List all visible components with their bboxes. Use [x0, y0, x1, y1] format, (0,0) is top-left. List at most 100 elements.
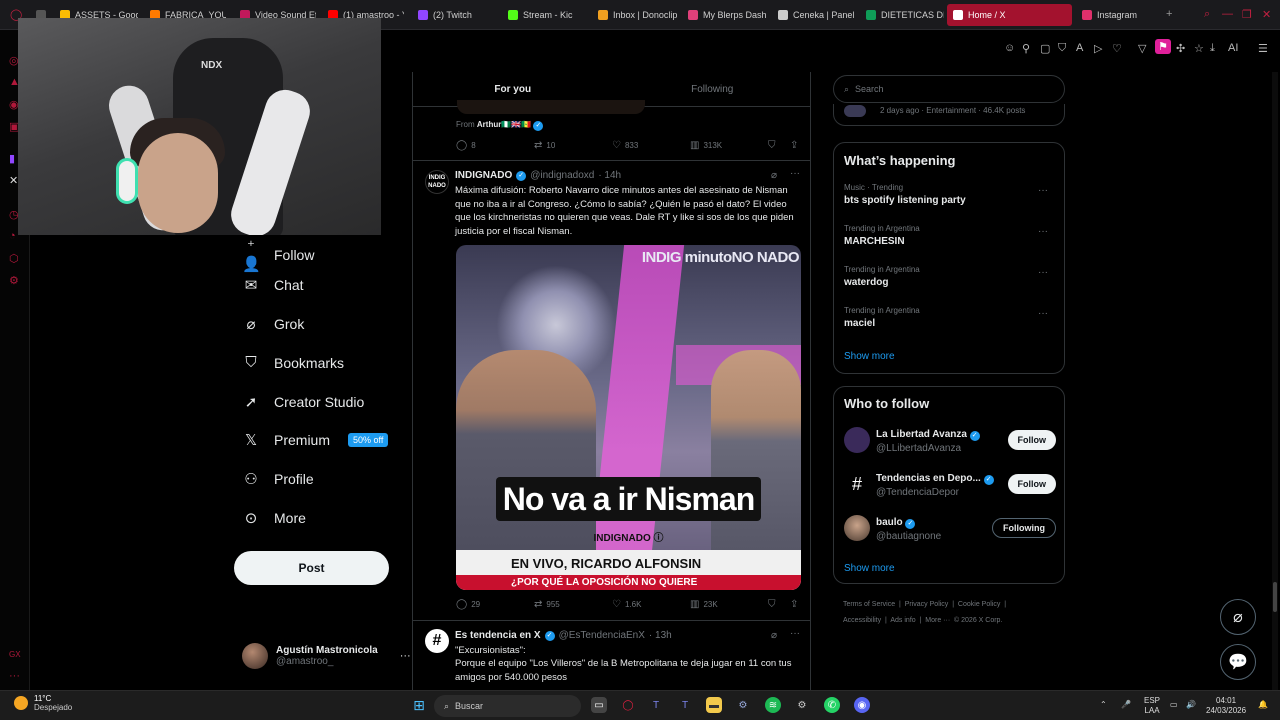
extensions-rail-icon[interactable]: ⬡ — [9, 252, 19, 265]
microphone-icon[interactable]: 🎤 — [1121, 700, 1131, 710]
show-more-link[interactable]: Show more — [844, 351, 895, 362]
file-explorer-icon[interactable]: ▬ — [706, 697, 722, 713]
tab-ceneka[interactable]: Ceneka | Panel — [772, 4, 856, 26]
download-icon[interactable]: ⤓ — [1210, 42, 1215, 55]
close-icon[interactable]: ✕ — [1262, 8, 1271, 21]
weather-widget[interactable]: 11°C Despejado — [14, 694, 72, 712]
scrollbar-thumb[interactable] — [1273, 582, 1277, 612]
footer-link[interactable]: Terms of Service — [843, 601, 895, 608]
account-more-icon[interactable]: ··· — [400, 650, 411, 662]
tweet-more-icon[interactable]: ··· — [790, 168, 800, 179]
trend-more-icon[interactable]: ··· — [1038, 308, 1048, 319]
x-rail-icon[interactable]: ✕ — [9, 174, 18, 187]
trend-more-icon[interactable]: ··· — [1038, 185, 1048, 196]
volume-icon[interactable]: 🔊 — [1186, 700, 1196, 710]
follow-suggestion[interactable]: La Libertad Avanza ✓ @LLibertadAvanza Fo… — [844, 427, 1056, 459]
tab-instagram[interactable]: Instagram — [1076, 4, 1158, 26]
trend-more-icon[interactable]: ··· — [1038, 226, 1048, 237]
account-switcher[interactable]: Agustín Mastronicola @amastroo_ ··· — [242, 643, 411, 669]
tab-donoclip[interactable]: Inbox | Donoclip — [592, 4, 678, 26]
trend-item[interactable]: Trending in Argentina MARCHESIN ··· — [844, 224, 1056, 247]
network-icon[interactable]: ▭ — [1170, 700, 1178, 710]
menu-icon[interactable]: ☰ — [1258, 42, 1268, 55]
repost-button[interactable]: ⇄ 955 — [534, 599, 560, 610]
grok-fab-button[interactable]: ⌀ — [1220, 599, 1256, 635]
app-icon[interactable]: ⚙ — [794, 697, 810, 713]
nav-more[interactable]: ⊙ More — [242, 509, 306, 527]
views-button[interactable]: ▥ 23K — [690, 599, 718, 610]
puzzle-icon[interactable]: ✣ — [1176, 42, 1185, 55]
history-icon[interactable]: ◔ — [9, 230, 16, 242]
like-button[interactable]: ♡ 833 — [612, 140, 638, 151]
bookmark-button[interactable]: ⛉ — [768, 140, 776, 151]
tab-dieteticas[interactable]: DIETETICAS DI — [860, 4, 944, 26]
tab-home-x[interactable]: Home / X — [947, 4, 1072, 26]
follow-suggestion[interactable]: baulo ✓ @bautiagnone Following — [844, 515, 1056, 547]
tweet-more-icon[interactable]: ··· — [790, 628, 800, 639]
views-button[interactable]: ▥ 313K — [690, 140, 722, 151]
follow-button[interactable]: Follow — [1007, 430, 1056, 450]
emoji-icon[interactable]: ☺ — [1004, 42, 1015, 54]
nav-chat[interactable]: ✉ Chat — [242, 276, 304, 294]
twitch-rail-icon[interactable]: ▮ — [9, 152, 15, 165]
footer-link[interactable]: Ads info — [890, 617, 915, 624]
translate-icon[interactable]: A — [1076, 42, 1083, 54]
spotify-icon[interactable]: ≋ — [765, 697, 781, 713]
share-button[interactable]: ⇪ — [790, 599, 798, 610]
reply-button[interactable]: ◯ 29 — [456, 599, 480, 610]
tab-blerps[interactable]: My Blerps Dash — [682, 4, 766, 26]
tab-twitch[interactable]: (2) Twitch — [412, 4, 494, 26]
share-button[interactable]: ⇪ — [790, 140, 798, 151]
trend-item[interactable]: Trending in Argentina waterdog ··· — [844, 265, 1056, 288]
tray-overflow-icon[interactable]: ⌃ — [1100, 700, 1107, 710]
tweet-handle[interactable]: @EsTendenciaEnX — [559, 630, 645, 641]
repost-button[interactable]: ⇄ 10 — [534, 140, 555, 151]
follow-suggestion[interactable]: # Tendencias en Depo... ✓ @TendenciaDepo… — [844, 471, 1056, 503]
ai-button[interactable]: AI — [1228, 42, 1238, 54]
footer-link[interactable]: More ··· — [925, 617, 950, 624]
snapshot-icon[interactable]: ▢ — [1040, 42, 1050, 55]
play-icon[interactable]: ▷ — [1094, 42, 1102, 55]
tab-kick[interactable]: Stream - Kic — [502, 4, 586, 26]
task-view-icon[interactable]: ▭ — [591, 697, 607, 713]
discord-icon[interactable]: ◉ — [854, 697, 870, 713]
show-more-link[interactable]: Show more — [844, 563, 895, 574]
filter-icon[interactable]: ▽ — [1138, 42, 1146, 55]
heart-icon[interactable]: ♡ — [1112, 42, 1122, 55]
messages-fab-button[interactable]: 💬 — [1220, 644, 1256, 680]
follow-button[interactable]: Follow — [1007, 474, 1056, 494]
nav-follow[interactable]: ⁺👤 Follow — [242, 237, 314, 273]
tweet-time[interactable]: · 14h — [598, 170, 621, 181]
star-icon[interactable]: ☆ — [1194, 42, 1204, 55]
footer-link[interactable]: Privacy Policy — [905, 601, 949, 608]
nav-profile[interactable]: ⚇ Profile — [242, 470, 313, 488]
teams-icon[interactable]: T — [648, 697, 664, 713]
language-indicator[interactable]: ESP LAA — [1144, 696, 1160, 716]
pin-icon[interactable]: ⚲ — [1022, 42, 1030, 55]
settings-icon[interactable]: ⚙ — [9, 274, 19, 287]
shield-icon[interactable]: ⛉ — [1058, 42, 1066, 55]
search-tabs-icon[interactable]: ⌕ — [1204, 8, 1210, 21]
steam-icon[interactable]: ⚙ — [735, 697, 751, 713]
like-button[interactable]: ♡ 1.6K — [612, 599, 641, 610]
nav-creator-studio[interactable]: ➚ Creator Studio — [242, 393, 365, 411]
rail-more-icon[interactable]: ··· — [9, 670, 20, 682]
grok-explain-icon[interactable]: ⌀ — [771, 630, 777, 641]
tweet-author[interactable]: INDIGNADO — [455, 170, 512, 181]
taskbar-search[interactable]: ⌕ Buscar — [434, 695, 581, 717]
trend-more-icon[interactable]: ··· — [1038, 267, 1048, 278]
trend-item[interactable]: Trending in Argentina maciel ··· — [844, 306, 1056, 329]
whatsapp-icon[interactable]: ✆ — [824, 697, 840, 713]
new-tab-button[interactable]: + — [1166, 8, 1172, 20]
tweet-author[interactable]: Es tendencia en X — [455, 630, 541, 641]
tweet-handle[interactable]: @indignadoxd — [530, 170, 594, 181]
footer-link[interactable]: Accessibility — [843, 617, 881, 624]
page-scrollbar[interactable] — [1272, 72, 1278, 690]
maximize-icon[interactable]: ❐ — [1242, 8, 1252, 21]
following-button[interactable]: Following — [992, 518, 1056, 538]
post-button[interactable]: Post — [234, 551, 389, 585]
tweet-time[interactable]: · 13h — [649, 630, 672, 641]
search-input[interactable]: ⌕ Search — [833, 75, 1065, 103]
tweet-avatar[interactable]: INDIG NADO — [425, 170, 449, 194]
nav-premium[interactable]: 𝕏 Premium 50% off — [242, 431, 389, 449]
